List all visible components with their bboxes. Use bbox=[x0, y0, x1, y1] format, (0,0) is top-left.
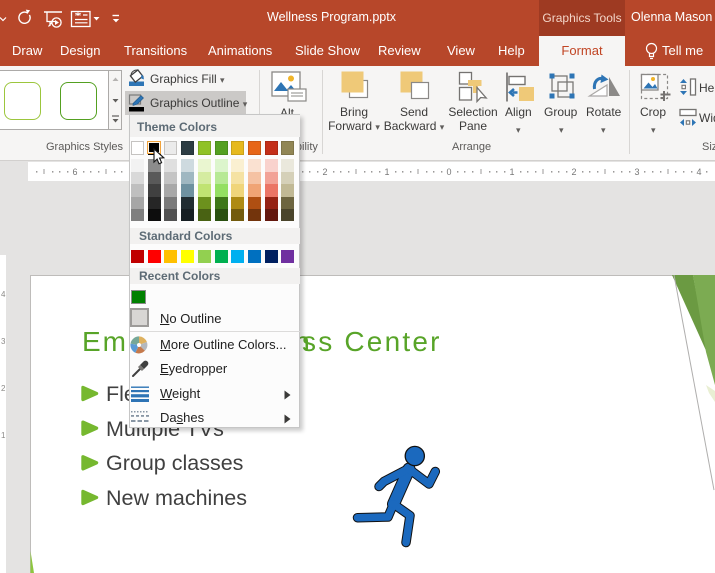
svg-text:0: 0 bbox=[446, 167, 451, 177]
svg-text:4: 4 bbox=[696, 167, 701, 177]
svg-text:6: 6 bbox=[72, 167, 77, 177]
svg-text:3: 3 bbox=[634, 167, 639, 177]
svg-text:2: 2 bbox=[571, 167, 576, 177]
svg-text:1: 1 bbox=[384, 167, 389, 177]
svg-text:2: 2 bbox=[322, 167, 327, 177]
svg-text:1: 1 bbox=[509, 167, 514, 177]
